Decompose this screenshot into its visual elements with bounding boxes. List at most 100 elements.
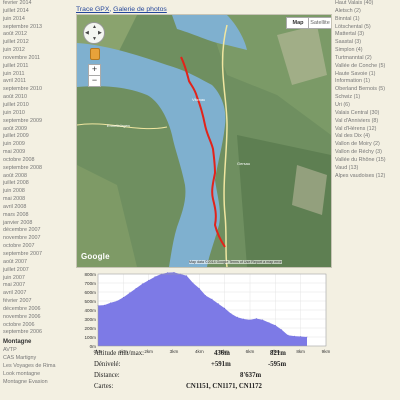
archive-month-link[interactable]: mai 2007 xyxy=(0,282,74,290)
archive-month-link[interactable]: novembre 2007 xyxy=(0,235,74,243)
pegman-icon[interactable] xyxy=(90,48,100,60)
elevation-point xyxy=(281,329,283,331)
region-link[interactable]: Haute Savoie (1) xyxy=(335,71,400,79)
region-link[interactable]: Val d'Anniviers (8) xyxy=(335,118,400,126)
denivele-up: +591m xyxy=(211,361,231,368)
pan-down-icon[interactable]: ▼ xyxy=(92,36,97,42)
archive-month-link[interactable]: juin 2011 xyxy=(0,71,74,79)
region-link[interactable]: Vallée du Rhône (15) xyxy=(335,157,400,165)
archive-month-link[interactable]: février 2007 xyxy=(0,298,74,306)
archive-month-link[interactable]: août 2008 xyxy=(0,173,74,181)
zoom-out-button[interactable]: − xyxy=(88,75,101,87)
montagne-link[interactable]: CAS Martigny xyxy=(0,355,74,363)
archive-month-link[interactable]: décembre 2007 xyxy=(0,227,74,235)
archive-month-link[interactable]: septembre 2009 xyxy=(0,118,74,126)
region-link[interactable]: Alpes vaudoises (12) xyxy=(335,173,400,181)
pan-left-icon[interactable]: ◀ xyxy=(85,30,89,36)
elevation-point xyxy=(230,313,232,314)
archive-month-link[interactable]: juin 2007 xyxy=(0,275,74,283)
archive-month-link[interactable]: juillet 2011 xyxy=(0,63,74,71)
main-content: Trace GPX, Galerie de photos Vitznau Enn… xyxy=(76,0,332,400)
pan-control[interactable]: ▲ ▼ ◀ ▶ xyxy=(83,22,105,44)
montagne-link[interactable]: Look montagne xyxy=(0,371,74,379)
gpx-trace-link[interactable]: Trace GPX xyxy=(76,6,109,13)
archive-month-link[interactable]: octobre 2007 xyxy=(0,243,74,251)
archive-month-link[interactable]: septembre 2008 xyxy=(0,165,74,173)
region-link[interactable]: Simplon (4) xyxy=(335,47,400,55)
archive-month-link[interactable]: juin 2010 xyxy=(0,110,74,118)
pan-right-icon[interactable]: ▶ xyxy=(98,30,102,36)
montagne-link[interactable]: AVTP xyxy=(0,347,74,355)
region-link[interactable]: Vallée de Conche (5) xyxy=(335,63,400,71)
elevation-point xyxy=(224,307,226,309)
archive-month-link[interactable]: août 2007 xyxy=(0,259,74,267)
region-link[interactable]: Uri (6) xyxy=(335,102,400,110)
region-link[interactable]: Vallon de Réchy (3) xyxy=(335,149,400,157)
archive-month-link[interactable]: juillet 2010 xyxy=(0,102,74,110)
region-link[interactable]: Val d'Hérens (12) xyxy=(335,126,400,134)
archive-month-link[interactable]: mai 2008 xyxy=(0,196,74,204)
archive-month-link[interactable]: octobre 2008 xyxy=(0,157,74,165)
map-type-satellite-button[interactable]: Satellite xyxy=(308,17,331,29)
archive-month-link[interactable]: septembre 2007 xyxy=(0,251,74,259)
archive-month-link[interactable]: juin 2012 xyxy=(0,47,74,55)
region-link[interactable]: Binntal (1) xyxy=(335,16,400,24)
region-link[interactable]: Vaud (13) xyxy=(335,165,400,173)
elevation-point xyxy=(249,319,251,321)
archive-month-link[interactable]: juillet 2014 xyxy=(0,8,74,16)
track-links: Trace GPX, Galerie de photos xyxy=(76,6,167,13)
archive-month-link[interactable]: octobre 2006 xyxy=(0,322,74,330)
map-attribution: Map data ©2014 Google Terms of Use Repor… xyxy=(189,260,282,264)
archive-month-link[interactable]: mai 2009 xyxy=(0,149,74,157)
region-link[interactable]: Aletsch (2) xyxy=(335,8,400,16)
map-canvas: Vitznau Ennetbürgen Gersau xyxy=(77,15,331,267)
pan-up-icon[interactable]: ▲ xyxy=(92,24,97,30)
region-link[interactable]: Lötschental (5) xyxy=(335,24,400,32)
map-type-map-button[interactable]: Map xyxy=(286,17,310,29)
elevation-point xyxy=(148,279,150,281)
region-link[interactable]: Valais Central (30) xyxy=(335,110,400,118)
region-link[interactable]: Val des Dix (4) xyxy=(335,133,400,141)
y-tick-label: 300m xyxy=(85,317,97,322)
archive-month-link[interactable]: mars 2008 xyxy=(0,212,74,220)
region-link[interactable]: Oberland Bernois (5) xyxy=(335,86,400,94)
archive-month-link[interactable]: novembre 2006 xyxy=(0,314,74,322)
y-tick-label: 500m xyxy=(85,299,97,304)
elevation-point xyxy=(217,303,219,305)
montagne-link[interactable]: Montagne Evasion xyxy=(0,379,74,387)
archive-month-link[interactable]: juillet 2008 xyxy=(0,180,74,188)
region-link[interactable]: Schwiz (1) xyxy=(335,94,400,102)
archive-month-link[interactable]: décembre 2006 xyxy=(0,306,74,314)
region-link[interactable]: Information (1) xyxy=(335,78,400,86)
archive-month-link[interactable]: avril 2008 xyxy=(0,204,74,212)
region-link[interactable]: Saastal (3) xyxy=(335,39,400,47)
region-link[interactable]: Mattertal (3) xyxy=(335,31,400,39)
montagne-link[interactable]: Les Voyages de Rima xyxy=(0,363,74,371)
svg-text:Gersau: Gersau xyxy=(237,161,250,166)
archive-month-link[interactable]: juin 2008 xyxy=(0,188,74,196)
archive-month-link[interactable]: août 2012 xyxy=(0,31,74,39)
archive-month-link[interactable]: septembre 2006 xyxy=(0,329,74,337)
archive-month-link[interactable]: août 2009 xyxy=(0,126,74,134)
region-link[interactable]: Haut Valais (40) xyxy=(335,0,400,8)
archive-month-link[interactable]: avril 2007 xyxy=(0,290,74,298)
archive-month-link[interactable]: juillet 2009 xyxy=(0,133,74,141)
photo-gallery-link[interactable]: Galerie de photos xyxy=(113,6,167,13)
elevation-point xyxy=(300,336,302,337)
archive-month-link[interactable]: juin 2014 xyxy=(0,16,74,24)
archive-month-link[interactable]: août 2010 xyxy=(0,94,74,102)
archive-month-link[interactable]: juillet 2007 xyxy=(0,267,74,275)
y-tick-label: 800m xyxy=(85,272,97,277)
archive-month-link[interactable]: juin 2009 xyxy=(0,141,74,149)
archive-month-link[interactable]: septembre 2013 xyxy=(0,24,74,32)
region-link[interactable]: Turtmanntal (2) xyxy=(335,55,400,63)
archive-month-link[interactable]: septembre 2010 xyxy=(0,86,74,94)
archive-month-link[interactable]: juillet 2012 xyxy=(0,39,74,47)
route-map[interactable]: Vitznau Ennetbürgen Gersau Map Satellite… xyxy=(76,14,332,268)
archive-month-link[interactable]: janvier 2008 xyxy=(0,220,74,228)
archive-month-link[interactable]: avril 2011 xyxy=(0,78,74,86)
archive-month-link[interactable]: novembre 2011 xyxy=(0,55,74,63)
archive-month-link[interactable]: fevrier 2014 xyxy=(0,0,74,8)
altitude-label: Altitude min/max: xyxy=(94,350,145,357)
region-link[interactable]: Vallon de Moiry (2) xyxy=(335,141,400,149)
